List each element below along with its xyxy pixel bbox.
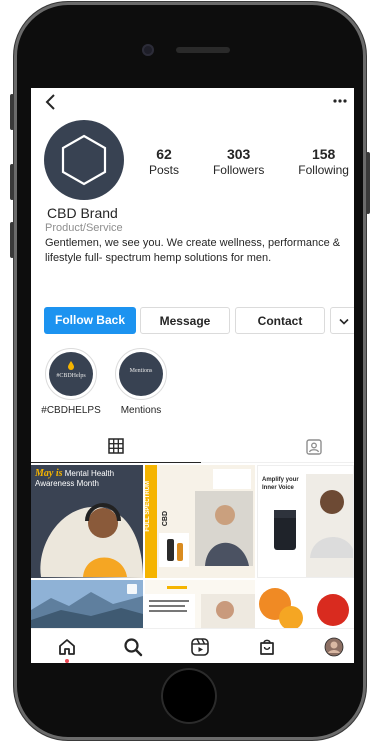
highlight-label: #CBDHELPS: [41, 405, 101, 416]
story-highlights: #CBDHelps #CBDHELPS Mentions Mentions: [39, 348, 239, 418]
post-amplify-voice[interactable]: Amplify your Inner Voice: [257, 465, 354, 578]
highlight-label: Mentions: [120, 405, 162, 416]
instagram-profile-screen: 62 Posts 303 Followers 158 Following CBD…: [31, 88, 354, 663]
home-button[interactable]: [161, 668, 217, 724]
stat-value: 158: [311, 146, 336, 162]
stat-label: Followers: [212, 163, 265, 177]
post-artwork: [31, 580, 143, 628]
post-fruit[interactable]: [257, 580, 354, 628]
three-dots-icon[interactable]: [332, 94, 348, 108]
hand-drop-icon: [68, 361, 74, 370]
tab-posts-grid[interactable]: [31, 428, 201, 463]
follow-back-button[interactable]: Follow Back: [44, 307, 136, 334]
profile-actions: Follow Back Message Contact: [44, 307, 354, 335]
post-tag: CBD: [162, 511, 169, 527]
stat-value: 303: [226, 146, 251, 162]
reels-icon[interactable]: [190, 637, 210, 657]
earpiece-speaker: [176, 47, 230, 53]
post-full-spectrum[interactable]: FULL SPECTRUM CBD: [145, 465, 255, 578]
stat-followers[interactable]: 303 Followers: [212, 146, 265, 177]
highlight-cover-text: #CBDHelps: [56, 373, 86, 379]
post-mountains[interactable]: [31, 580, 143, 628]
stat-label: Posts: [149, 163, 180, 177]
stat-value: 62: [156, 146, 172, 162]
highlight-cover: Mentions: [119, 352, 163, 396]
contact-button[interactable]: Contact: [235, 307, 325, 334]
front-camera: [142, 44, 154, 56]
highlight-mentions[interactable]: Mentions Mentions: [109, 348, 173, 416]
hexagon-logo-icon: [61, 134, 107, 186]
phone-frame: 62 Posts 303 Followers 158 Following CBD…: [10, 2, 370, 740]
home-icon[interactable]: [57, 637, 77, 657]
profile-category: Product/Service: [45, 222, 123, 234]
tab-tagged[interactable]: [201, 428, 354, 463]
post-side-text: FULL SPECTRUM: [145, 481, 151, 532]
highlight-ring: #CBDHelps: [45, 348, 97, 400]
profile-bio: Gentlemen, we see you. We create wellnes…: [45, 237, 341, 264]
stat-following[interactable]: 158 Following: [298, 146, 349, 177]
posts-grid: May is Mental Health Awareness Month FUL…: [31, 465, 354, 628]
stat-label: Following: [298, 163, 349, 177]
post-quote[interactable]: [145, 580, 255, 628]
highlight-cover: #CBDHelps: [49, 352, 93, 396]
profile-tabs: [31, 428, 354, 464]
grid-icon: [108, 438, 124, 454]
top-bar: [31, 88, 354, 116]
shop-icon[interactable]: [257, 637, 277, 657]
highlight-cbdhelps[interactable]: #CBDHelps #CBDHELPS: [39, 348, 103, 416]
tagged-user-icon: [306, 439, 322, 455]
bottom-navigation: [31, 628, 354, 663]
stat-posts[interactable]: 62 Posts: [149, 146, 180, 177]
profile-stats: 62 Posts 303 Followers 158 Following: [149, 146, 349, 177]
profile-avatar[interactable]: [324, 637, 344, 657]
chevron-down-icon: [339, 318, 349, 325]
post-mental-health[interactable]: May is Mental Health Awareness Month: [31, 465, 143, 578]
post-caption-em: May is: [35, 468, 63, 479]
suggested-dropdown-button[interactable]: [330, 307, 354, 334]
post-caption-title: Amplify your Inner Voice: [262, 477, 299, 491]
post-caption: May is Mental Health Awareness Month: [35, 469, 139, 489]
post-artwork: [145, 586, 255, 628]
highlight-cover-text: Mentions: [129, 368, 153, 374]
search-icon[interactable]: [123, 637, 143, 657]
message-button[interactable]: Message: [140, 307, 230, 334]
profile-name: CBD Brand: [47, 205, 118, 221]
notification-dot: [65, 659, 69, 663]
post-artwork: [259, 588, 349, 628]
highlight-ring: Mentions: [115, 348, 167, 400]
chevron-left-icon[interactable]: [43, 93, 59, 111]
profile-avatar[interactable]: [44, 120, 124, 200]
